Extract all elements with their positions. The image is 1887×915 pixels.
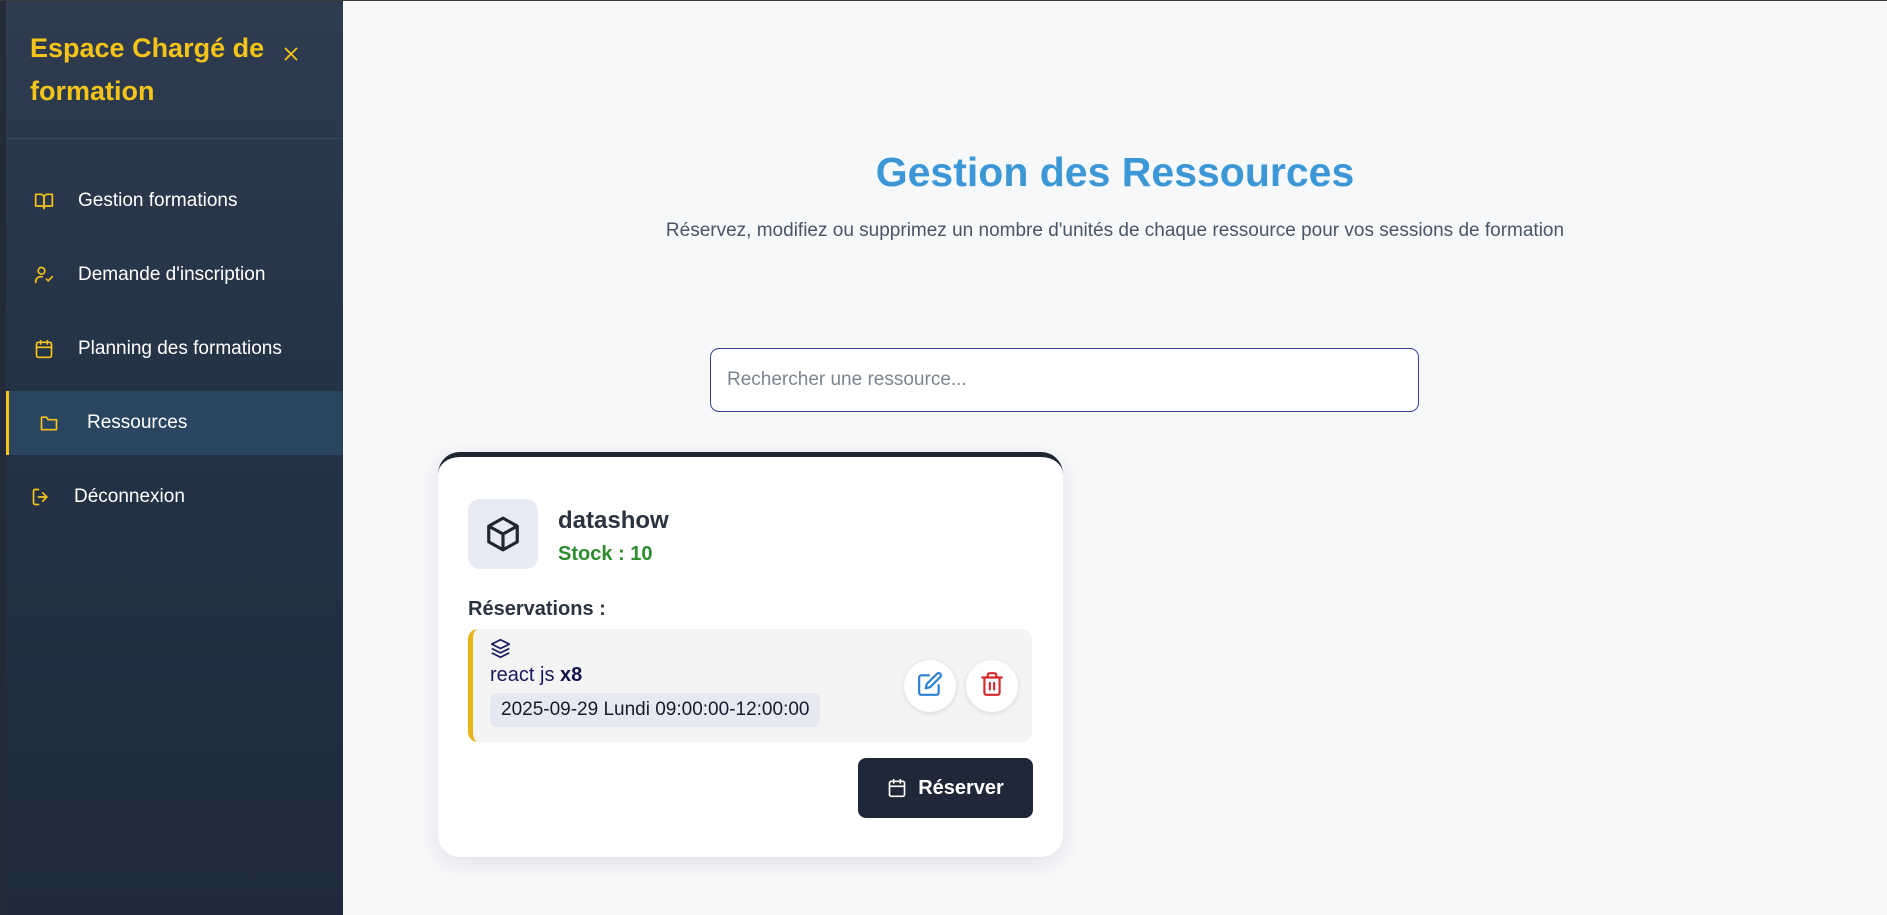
sidebar-item-label: Déconnexion (74, 486, 185, 507)
reservations-label: Réservations : (468, 598, 606, 620)
edit-reservation-button[interactable] (904, 660, 956, 712)
layers-icon (490, 638, 512, 660)
page-title: Gestion des Ressources (875, 149, 1355, 195)
calendar-icon (887, 778, 907, 798)
sidebar: Espace Chargé de formation Gestion forma… (0, 1, 343, 915)
reservation-quantity: x8 (560, 664, 583, 686)
resource-name: datashow (558, 507, 669, 534)
sidebar-item-gestion-formations[interactable]: Gestion formations (6, 169, 343, 233)
reservation-date: 2025-09-29 Lundi 09:00:00-12:00:00 (490, 693, 821, 727)
sidebar-item-deconnexion[interactable]: Déconnexion (6, 465, 343, 529)
sidebar-item-label: Planning des formations (78, 338, 282, 359)
user-check-icon (33, 264, 55, 286)
close-icon[interactable] (280, 43, 302, 65)
delete-reservation-button[interactable] (966, 660, 1018, 712)
calendar-icon (33, 338, 55, 360)
sidebar-item-label: Gestion formations (78, 190, 238, 211)
folder-icon (38, 412, 60, 434)
trash-icon (979, 671, 1005, 702)
book-open-icon (33, 190, 55, 212)
sidebar-item-ressources[interactable]: Ressources (6, 391, 343, 455)
sidebar-item-label: Ressources (87, 412, 188, 433)
sidebar-header: Espace Chargé de formation (6, 1, 343, 139)
reservation-formation-name: react js (490, 664, 555, 686)
page-subtitle: Réservez, modifiez ou supprimez un nombr… (665, 220, 1565, 241)
resource-stock: Stock : 10 (558, 543, 653, 565)
reserve-button-label: Réserver (918, 776, 1004, 799)
edit-icon (917, 671, 943, 702)
sidebar-nav: Gestion formations Demande d'inscription… (6, 169, 343, 539)
reserve-button[interactable]: Réserver (858, 758, 1033, 818)
logout-icon (30, 486, 52, 508)
sidebar-item-label: Demande d'inscription (78, 264, 266, 285)
reservation-formation: react js x8 (490, 664, 582, 687)
sidebar-item-demande-inscription[interactable]: Demande d'inscription (6, 243, 343, 307)
reservation-item: react js x8 2025-09-29 Lundi 09:00:00-12… (468, 629, 1032, 742)
search-input[interactable] (710, 348, 1419, 412)
box-icon (468, 499, 538, 569)
sidebar-title: Espace Chargé de formation (30, 33, 265, 106)
sidebar-item-planning[interactable]: Planning des formations (6, 317, 343, 381)
resource-card: datashow Stock : 10 Réservations : react… (438, 452, 1063, 857)
